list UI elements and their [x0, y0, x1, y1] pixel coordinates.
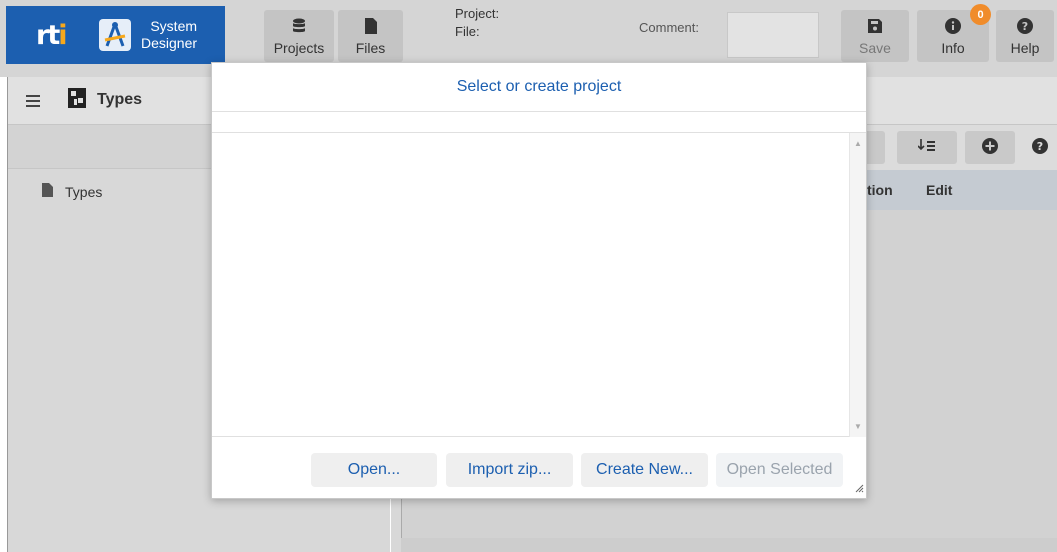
import-zip-button[interactable]: Import zip...: [446, 453, 573, 487]
save-icon: [868, 16, 882, 36]
select-project-dialog: Select or create project ▲ ▼ Open... Imp…: [211, 62, 867, 499]
tree-item-label: Types: [65, 183, 103, 200]
comment-field[interactable]: [727, 12, 819, 58]
vertical-scrollbar[interactable]: ▲ ▼: [849, 133, 866, 437]
svg-text:?: ?: [1022, 20, 1028, 33]
rti-logo: rti: [36, 20, 68, 51]
app-name-line1: System: [150, 18, 198, 34]
horizontal-scrollbar[interactable]: [401, 538, 1057, 552]
file-label: File:: [455, 24, 480, 39]
project-info: Project: File: Comment:: [455, 6, 835, 66]
app-name-line2: Designer: [141, 35, 198, 51]
column-header[interactable]: tion: [867, 182, 893, 198]
panel-title: Types: [97, 91, 143, 108]
dialog-divider: [212, 112, 866, 133]
save-label: Save: [859, 40, 891, 56]
help-label: Help: [1010, 40, 1040, 56]
app-name: System Designer: [141, 18, 197, 52]
files-button[interactable]: Files: [338, 10, 403, 62]
database-icon: [292, 16, 306, 36]
scroll-up-icon[interactable]: ▲: [854, 139, 862, 148]
resize-grip-icon[interactable]: [854, 480, 864, 496]
projects-button[interactable]: Projects: [264, 10, 334, 62]
info-badge: 0: [970, 4, 991, 25]
help-button[interactable]: ? Help: [996, 10, 1054, 62]
save-button[interactable]: Save: [841, 10, 909, 62]
help-small-button[interactable]: ?: [1023, 131, 1057, 164]
svg-text:?: ?: [1037, 140, 1043, 153]
system-designer-icon: [99, 19, 131, 51]
projects-label: Projects: [273, 40, 325, 56]
dialog-footer: Open... Import zip... Create New... Open…: [212, 437, 866, 498]
sort-button[interactable]: [897, 131, 957, 164]
info-label: Info: [941, 40, 965, 56]
add-button[interactable]: [965, 131, 1015, 164]
help-icon: ?: [1017, 16, 1033, 36]
dialog-title: Select or create project: [212, 63, 866, 112]
file-icon: [364, 16, 377, 36]
column-header[interactable]: Edit: [926, 182, 952, 198]
open-selected-button[interactable]: Open Selected: [716, 453, 843, 487]
info-icon: [945, 16, 961, 36]
help-icon: ?: [1032, 138, 1048, 157]
plus-circle-icon: [982, 138, 998, 157]
tree-item[interactable]: Types: [42, 183, 102, 200]
sort-icon: [917, 139, 936, 156]
files-label: Files: [355, 40, 386, 56]
create-new-button[interactable]: Create New...: [581, 453, 708, 487]
brand-logo: rti System Designer: [6, 6, 225, 64]
project-label: Project:: [455, 6, 500, 21]
types-icon: [68, 88, 86, 111]
open-button[interactable]: Open...: [311, 453, 437, 487]
project-list[interactable]: ▲ ▼: [212, 133, 866, 437]
file-icon: [42, 183, 53, 200]
comment-label: Comment:: [639, 20, 699, 35]
menu-icon[interactable]: [26, 94, 40, 110]
scroll-down-icon[interactable]: ▼: [854, 422, 862, 431]
